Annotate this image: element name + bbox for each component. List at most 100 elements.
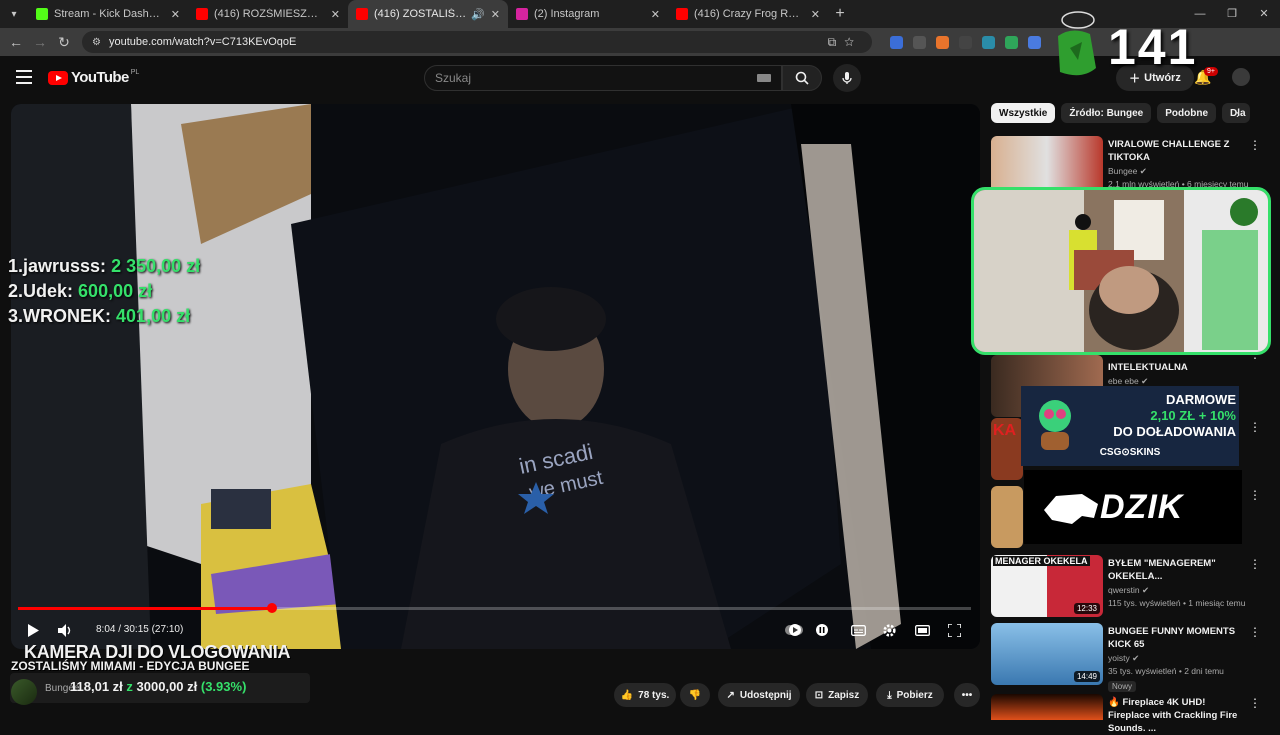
chip-related[interactable]: Podobne: [1157, 103, 1217, 123]
save-button[interactable]: ⊡ Zapisz: [806, 683, 868, 707]
verified-icon: ✔: [1142, 585, 1150, 595]
tab-close-icon[interactable]: ✕: [171, 8, 180, 21]
recommendation-meta: 🔥 Fireplace 4K UHD! Fireplace with Crack…: [1108, 696, 1248, 735]
video-thumbnail[interactable]: [991, 694, 1103, 720]
search-input[interactable]: Szukaj: [424, 65, 782, 91]
dislike-button[interactable]: 👎: [680, 683, 710, 707]
voice-search-button[interactable]: [833, 64, 861, 92]
recommendation-channel[interactable]: qwerstin ✔: [1108, 585, 1248, 596]
bookmark-star-icon[interactable]: ⧉☆: [828, 35, 862, 50]
recommendation-title[interactable]: VIRALOWE CHALLENGE Z TIKTOKA: [1108, 138, 1248, 164]
fullscreen-icon[interactable]: [945, 618, 963, 642]
verified-icon: ✔: [1141, 376, 1149, 386]
back-icon[interactable]: ←: [4, 34, 28, 50]
region-label: PL: [130, 69, 140, 76]
pause-circle-icon[interactable]: [814, 618, 830, 642]
chip-all[interactable]: Wszystkie: [991, 103, 1056, 123]
stream-counter: 141: [1108, 19, 1198, 75]
browser-tab[interactable]: Stream - Kick Dashboard ✕: [28, 0, 188, 28]
recommendation-channel[interactable]: yoisty ✔: [1108, 653, 1248, 664]
settings-gear-icon[interactable]: [880, 618, 898, 642]
recommendation-title[interactable]: BUNGEE FUNNY MOMENTS KICK 65: [1108, 625, 1248, 651]
recommendation-item[interactable]: 🔥 Fireplace 4K UHD! Fireplace with Crack…: [991, 694, 1271, 734]
address-bar[interactable]: ⚙ youtube.com/watch?v=C713KEvOqoE ⧉☆: [82, 31, 872, 53]
recommendation-title[interactable]: BYŁEM "MENAGEREM" OKEKELA...: [1108, 557, 1248, 583]
forward-icon[interactable]: →: [28, 34, 52, 50]
recommendation-channel[interactable]: Bungee ✔: [1108, 166, 1248, 177]
keyboard-icon[interactable]: [757, 74, 771, 82]
chip-source[interactable]: Źródło: Bungee: [1061, 103, 1152, 123]
window-controls: — ❐ ✕: [1184, 0, 1280, 28]
recommendation-meta: VIRALOWE CHALLENGE Z TIKTOKA Bungee ✔ 2,…: [1108, 138, 1248, 189]
browser-tab[interactable]: (416) ROZŚMIESZYSZ NAS = W ✕: [188, 0, 348, 28]
progress-bar[interactable]: [18, 603, 971, 613]
more-options-icon[interactable]: ⋮: [1249, 138, 1261, 152]
more-actions-icon[interactable]: •••: [954, 683, 980, 707]
extension-icon[interactable]: [1005, 35, 1018, 49]
close-window-icon[interactable]: ✕: [1248, 0, 1280, 28]
kick-favicon-icon: [36, 8, 48, 20]
reload-icon[interactable]: ↻: [52, 34, 76, 51]
extension-icon[interactable]: [982, 35, 995, 49]
more-options-icon[interactable]: ⋮: [1249, 557, 1261, 571]
browser-tab-active[interactable]: (416) ZOSTALIŚMY MIMAMI 🔊 ✕: [348, 0, 508, 28]
video-thumbnail[interactable]: 14:49: [991, 623, 1103, 685]
url-text[interactable]: youtube.com/watch?v=C713KEvOqoE: [109, 36, 828, 48]
chevron-right-icon[interactable]: ›: [1236, 107, 1240, 121]
new-tab-button[interactable]: +: [828, 5, 852, 23]
browser-tab[interactable]: (416) Crazy Frog Racer (PC) - G ✕: [668, 0, 828, 28]
extension-icon[interactable]: [890, 35, 903, 49]
progress-fill: [18, 607, 273, 610]
tab-audio-icon[interactable]: 🔊: [471, 8, 485, 21]
extension-icon[interactable]: [959, 35, 972, 49]
share-button[interactable]: ↗ Udostępnij: [718, 683, 800, 707]
tab-close-icon[interactable]: ✕: [811, 8, 820, 21]
volume-icon[interactable]: [55, 618, 75, 642]
microphone-icon: [842, 72, 852, 84]
ranking-row: 2.Udek: 600,00 zł: [8, 281, 153, 301]
webcam-frame: [974, 190, 1268, 352]
boar-icon: [1044, 494, 1098, 524]
tab-label: (416) Crazy Frog Racer (PC) - G: [694, 8, 805, 20]
more-options-icon[interactable]: ⋮: [1249, 420, 1261, 434]
site-info-icon[interactable]: ⚙: [92, 37, 101, 48]
logo-text: YouTube: [71, 69, 129, 86]
recommendation-title[interactable]: INTELEKTUALNA: [1108, 361, 1248, 374]
thumbnail-text: KA: [993, 422, 1017, 439]
autoplay-toggle-icon[interactable]: [784, 618, 804, 642]
download-button[interactable]: ⤓ Pobierz: [876, 683, 944, 707]
recommendation-stats: 35 tys. wyświetleń • 2 dni temu: [1108, 666, 1224, 676]
extension-icon[interactable]: [936, 35, 949, 49]
account-avatar[interactable]: [1232, 68, 1250, 86]
video-thumbnail[interactable]: MENAGER OKEKELA 12:33: [991, 555, 1103, 617]
play-icon[interactable]: [23, 618, 43, 642]
tab-close-icon[interactable]: ✕: [331, 8, 340, 21]
search-button[interactable]: [782, 65, 822, 91]
recommendation-item[interactable]: 14:49 BUNGEE FUNNY MOMENTS KICK 65 yoist…: [991, 623, 1271, 692]
video-player[interactable]: in scadi we must: [11, 104, 980, 649]
tab-label: (2) Instagram: [534, 8, 600, 20]
share-icon: ↗: [726, 689, 735, 701]
channel-avatar[interactable]: [11, 679, 37, 705]
youtube-logo[interactable]: YouTube PL: [48, 69, 139, 86]
more-options-icon[interactable]: ⋮: [1249, 696, 1261, 710]
like-button[interactable]: 👍 78 tys.: [614, 683, 676, 707]
recommendation-meta: BYŁEM "MENAGEREM" OKEKELA... qwerstin ✔ …: [1108, 557, 1248, 608]
theater-mode-icon[interactable]: [913, 618, 931, 642]
tab-close-icon[interactable]: ✕: [491, 8, 500, 21]
tab-close-icon[interactable]: ✕: [651, 8, 660, 21]
maximize-icon[interactable]: ❐: [1216, 0, 1248, 28]
extension-icon[interactable]: [1028, 35, 1041, 49]
subtitles-icon[interactable]: [849, 618, 867, 642]
video-thumbnail[interactable]: KA: [991, 418, 1023, 480]
recommendation-title[interactable]: 🔥 Fireplace 4K UHD! Fireplace with Crack…: [1108, 696, 1248, 735]
tab-search-icon[interactable]: ▾: [0, 0, 28, 28]
recommendation-item[interactable]: MENAGER OKEKELA 12:33 BYŁEM "MENAGEREM" …: [991, 555, 1271, 617]
extension-icon[interactable]: [913, 35, 926, 49]
browser-tab[interactable]: (2) Instagram ✕: [508, 0, 668, 28]
more-options-icon[interactable]: ⋮: [1249, 488, 1261, 502]
more-options-icon[interactable]: ⋮: [1249, 625, 1261, 639]
menu-icon[interactable]: [16, 70, 32, 84]
video-thumbnail[interactable]: [991, 486, 1023, 548]
ranking-row: 3.WRONEK: 401,00 zł: [8, 306, 191, 326]
